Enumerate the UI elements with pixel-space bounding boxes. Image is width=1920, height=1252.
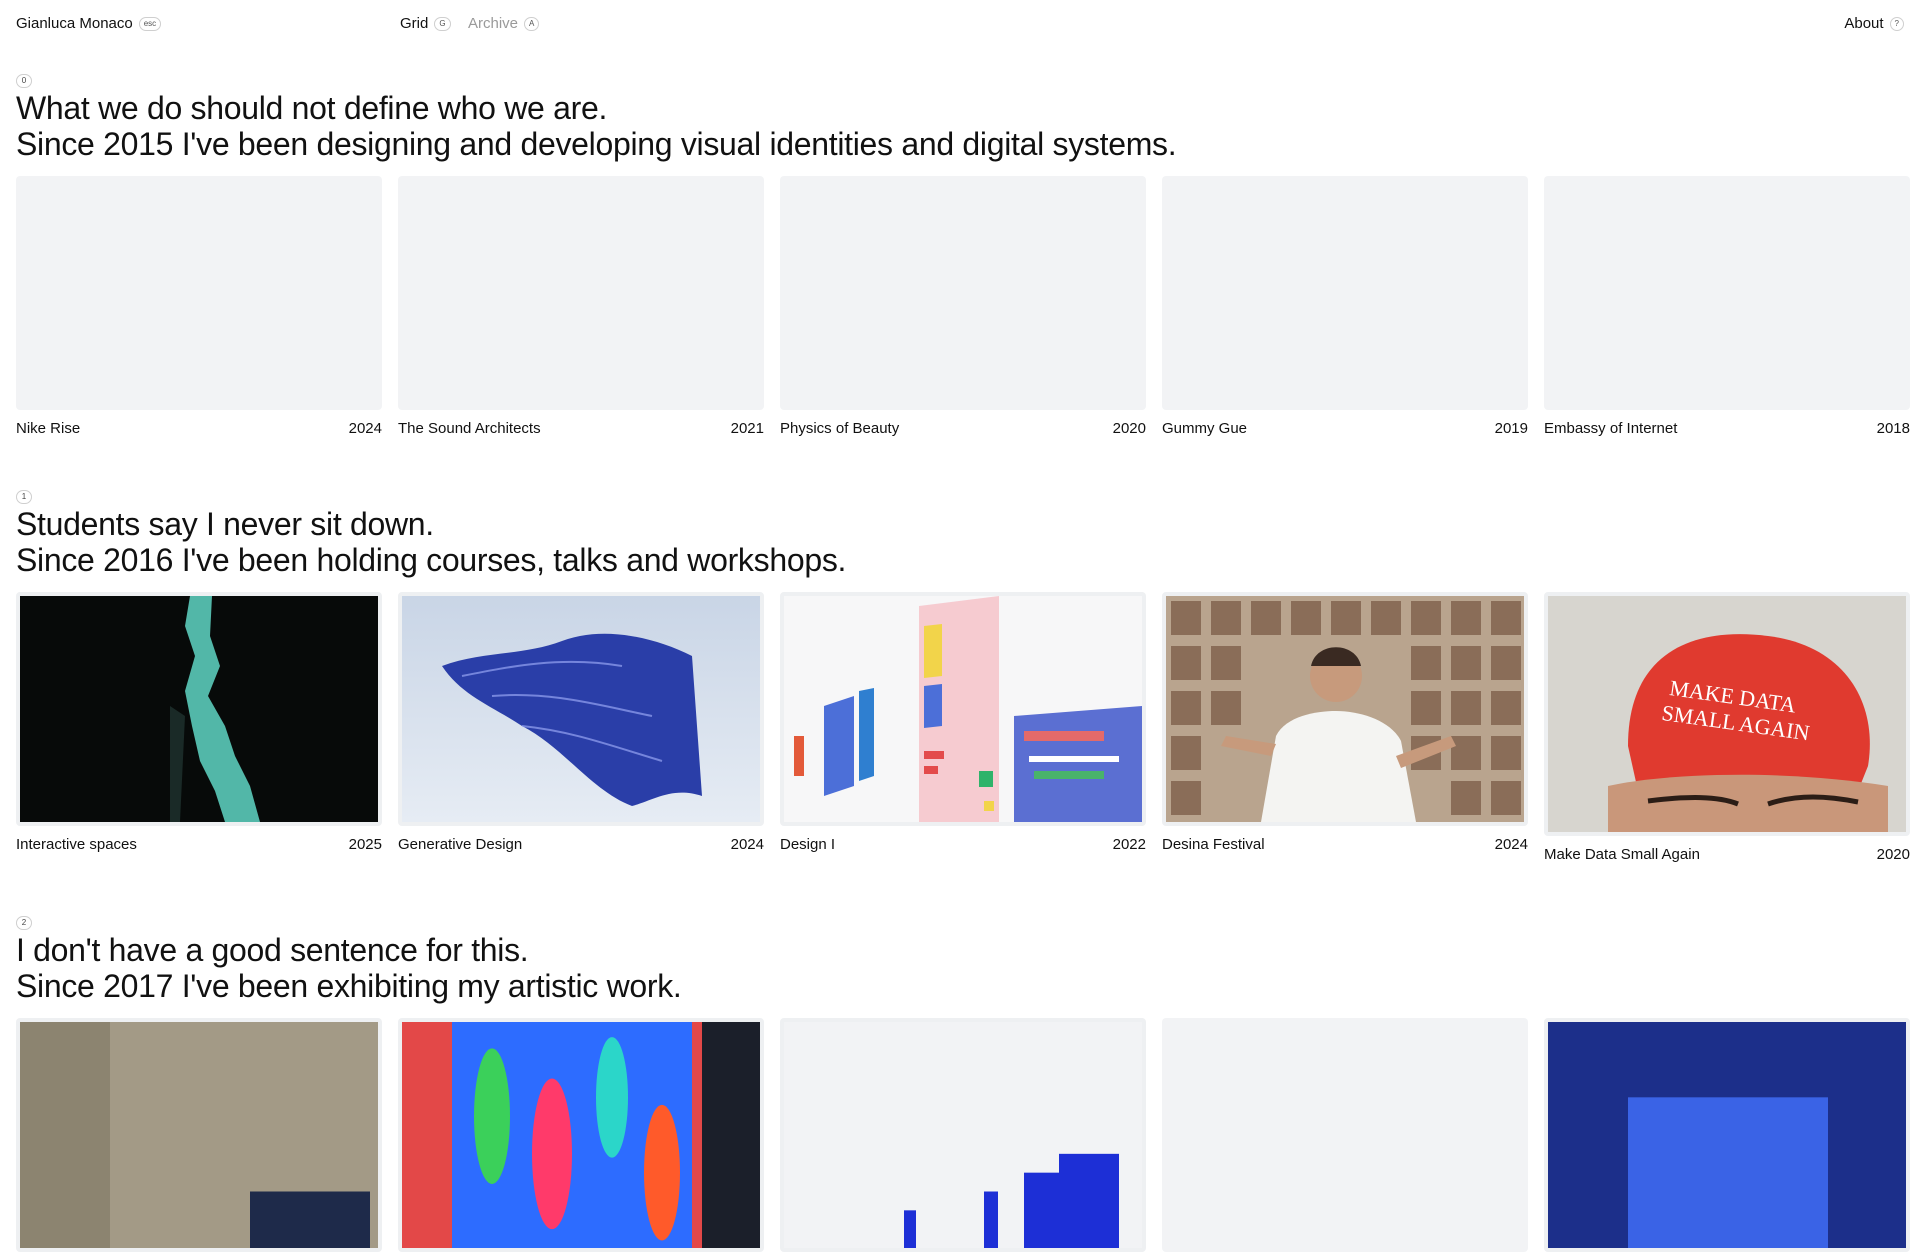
section-headline-line2: Since 2017 I've been exhibiting my artis… xyxy=(16,968,682,1004)
section-identities: 0 What we do should not define who we ar… xyxy=(16,70,1910,437)
exhibition-image xyxy=(1548,1022,1906,1248)
section-index: 1 xyxy=(16,489,32,504)
project-card[interactable] xyxy=(16,1018,382,1252)
interactive-spaces-image xyxy=(20,596,378,822)
shortcut-badge-esc: esc xyxy=(138,16,162,31)
project-card[interactable]: Embassy of Internet 2018 xyxy=(1544,176,1910,437)
project-thumbnail-placeholder xyxy=(1162,1018,1528,1252)
project-year: 2021 xyxy=(730,420,764,437)
section-headline-line2: Since 2015 I've been designing and devel… xyxy=(16,126,1177,162)
project-thumbnail-placeholder xyxy=(1544,176,1910,410)
exhibition-image xyxy=(20,1022,378,1248)
project-title: Embassy of Internet xyxy=(1544,420,1678,437)
section-headline-line1: I don't have a good sentence for this. xyxy=(16,932,529,968)
exhibition-image xyxy=(784,1022,1142,1248)
project-year: 2020 xyxy=(1112,420,1146,437)
project-title: Interactive spaces xyxy=(16,836,137,853)
design-i-image xyxy=(784,596,1142,822)
project-title: Gummy Gue xyxy=(1162,420,1248,437)
nav-archive-label: Archive xyxy=(468,15,519,32)
project-thumbnail-placeholder xyxy=(398,176,764,410)
section-headline-line1: Students say I never sit down. xyxy=(16,506,434,542)
project-card[interactable]: Interactive spaces 2025 xyxy=(16,592,382,863)
section-index: 2 xyxy=(16,915,32,930)
project-thumbnail xyxy=(16,1018,382,1252)
nav-archive[interactable]: Archive A xyxy=(468,15,540,32)
project-card[interactable]: The Sound Architects 2021 xyxy=(398,176,764,437)
project-thumbnail xyxy=(1162,592,1528,826)
project-grid: Nike Rise 2024 The Sound Architects 2021 P… xyxy=(16,176,1910,437)
project-card[interactable] xyxy=(398,1018,764,1252)
project-year: 2018 xyxy=(1876,420,1910,437)
generative-design-image xyxy=(402,596,760,822)
project-thumbnail: MAKE DATA SMALL AGAIN xyxy=(1544,592,1910,836)
shortcut-badge-help: ? xyxy=(1889,16,1904,31)
home-link[interactable]: Gianluca Monaco esc xyxy=(16,15,162,32)
project-year: 2024 xyxy=(348,420,382,437)
project-card[interactable]: Desina Festival 2024 xyxy=(1162,592,1528,863)
project-title: Nike Rise xyxy=(16,420,81,437)
project-year: 2019 xyxy=(1494,420,1528,437)
project-thumbnail-placeholder xyxy=(1162,176,1528,410)
project-thumbnail xyxy=(780,1018,1146,1252)
section-headline-line1: What we do should not define who we are. xyxy=(16,90,608,126)
section-teaching: 1 Students say I never sit down. Since 2… xyxy=(16,486,1910,863)
section-index: 0 xyxy=(16,73,32,88)
project-thumbnail-placeholder xyxy=(780,176,1146,410)
project-year: 2022 xyxy=(1112,836,1146,853)
project-card[interactable]: MAKE DATA SMALL AGAIN Make Data Small Ag… xyxy=(1544,592,1910,863)
project-title: The Sound Architects xyxy=(398,420,541,437)
project-card[interactable] xyxy=(1544,1018,1910,1252)
nav-grid[interactable]: Grid G xyxy=(400,15,451,32)
shortcut-badge-g: G xyxy=(434,16,451,31)
top-bar: Gianluca Monaco esc Grid G Archive A Abo… xyxy=(0,0,1920,48)
project-thumbnail xyxy=(398,592,764,826)
project-card[interactable] xyxy=(1162,1018,1528,1252)
project-year: 2024 xyxy=(1494,836,1528,853)
project-grid: Interactive spaces 2025 Generative Design… xyxy=(16,592,1910,863)
project-title: Make Data Small Again xyxy=(1544,846,1700,863)
nav-about[interactable]: About ? xyxy=(1844,15,1904,32)
section-exhibitions: 2 I don't have a good sentence for this.… xyxy=(16,912,1910,1252)
project-title: Design I xyxy=(780,836,836,853)
project-thumbnail xyxy=(16,592,382,826)
project-year: 2025 xyxy=(348,836,382,853)
section-headline-line2: Since 2016 I've been holding courses, ta… xyxy=(16,542,847,578)
exhibition-image xyxy=(402,1022,760,1248)
project-thumbnail xyxy=(1544,1018,1910,1252)
project-card[interactable] xyxy=(780,1018,1146,1252)
shortcut-badge-a: A xyxy=(524,16,540,31)
project-title: Desina Festival xyxy=(1162,836,1265,853)
nav-about-label: About xyxy=(1844,15,1884,32)
project-card[interactable]: Physics of Beauty 2020 xyxy=(780,176,1146,437)
nav-grid-label: Grid xyxy=(400,15,429,32)
project-card[interactable]: Generative Design 2024 xyxy=(398,592,764,863)
project-thumbnail-placeholder xyxy=(16,176,382,410)
project-year: 2024 xyxy=(730,836,764,853)
desina-festival-image xyxy=(1166,596,1524,822)
site-name: Gianluca Monaco xyxy=(16,15,133,32)
project-card[interactable]: Nike Rise 2024 xyxy=(16,176,382,437)
project-grid xyxy=(16,1018,1910,1252)
project-card[interactable]: Gummy Gue 2019 xyxy=(1162,176,1528,437)
project-year: 2020 xyxy=(1876,846,1910,863)
project-thumbnail xyxy=(780,592,1146,826)
project-thumbnail xyxy=(398,1018,764,1252)
make-data-small-again-image: MAKE DATA SMALL AGAIN xyxy=(1548,596,1906,832)
project-title: Generative Design xyxy=(398,836,523,853)
project-card[interactable]: Design I 2022 xyxy=(780,592,1146,863)
project-title: Physics of Beauty xyxy=(780,420,900,437)
